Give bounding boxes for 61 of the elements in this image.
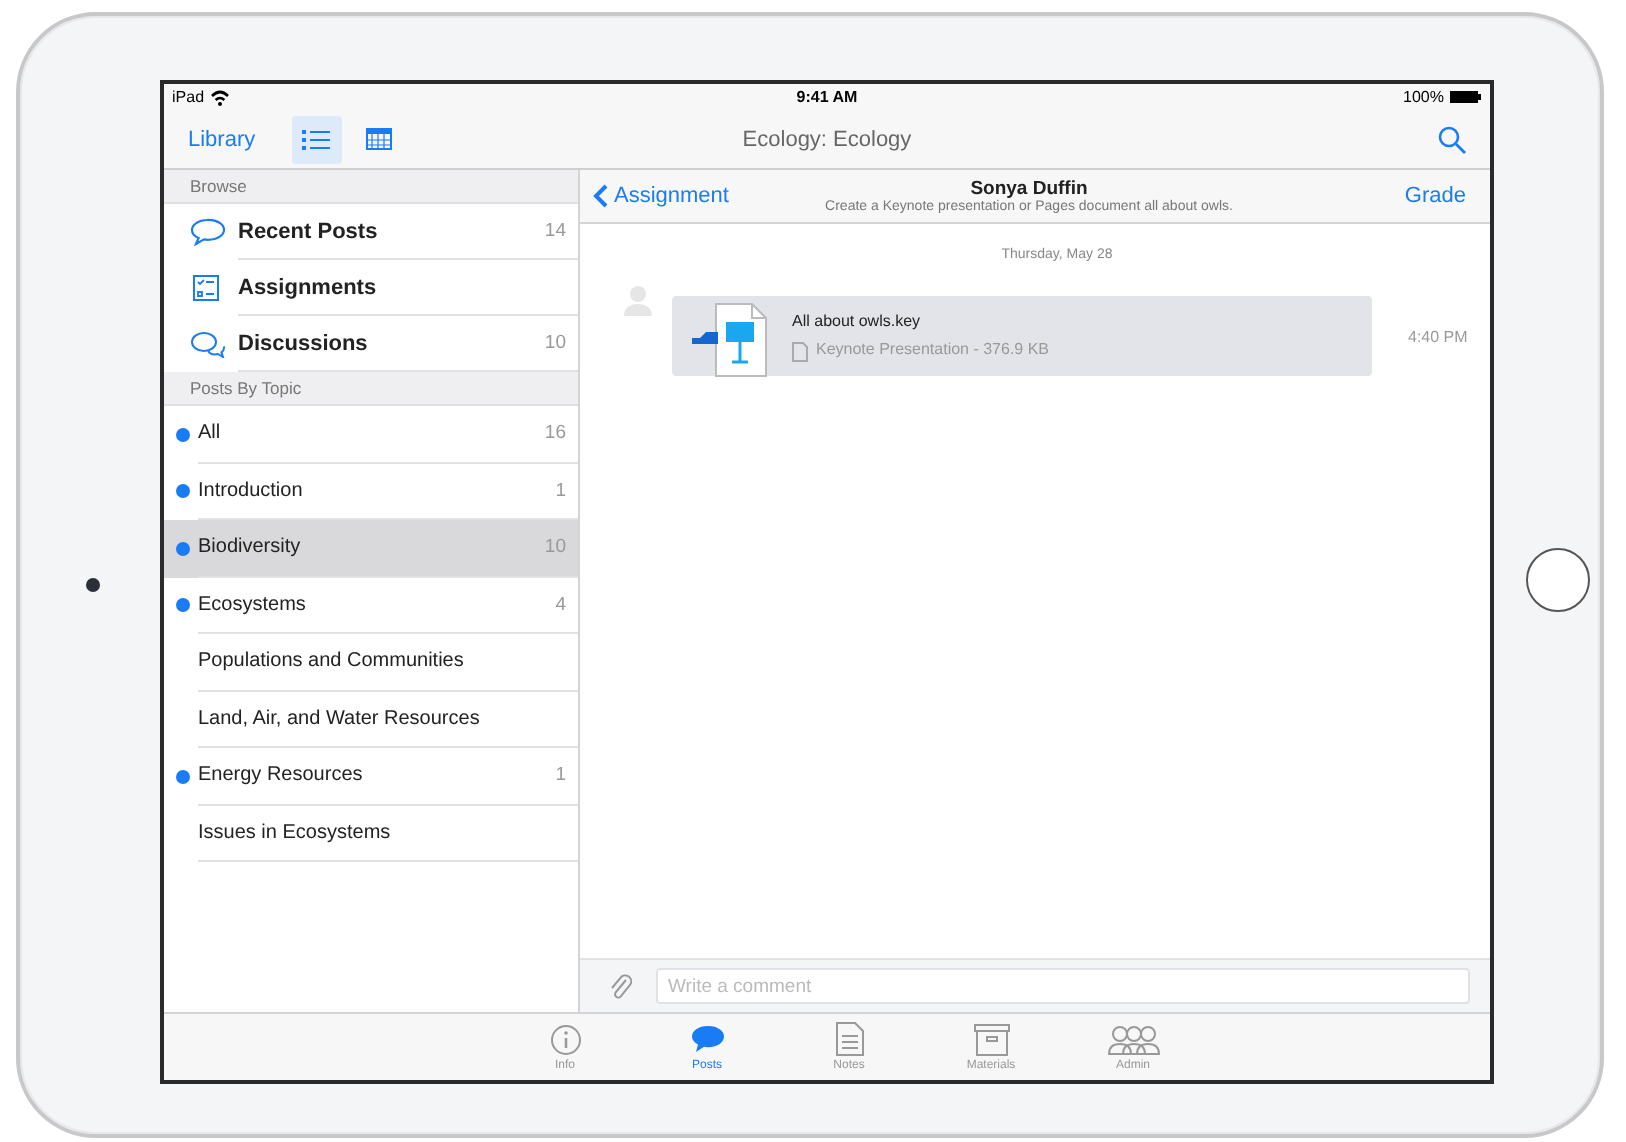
comment-field[interactable]: Write a comment — [656, 968, 1470, 1004]
student-name: Sonya Duffin — [970, 178, 1088, 200]
carrier-label: iPad — [172, 88, 205, 106]
camera-dot — [86, 578, 100, 592]
topic-item[interactable]: Issues in Ecosystems — [164, 805, 578, 862]
topic-label: Land, Air, and Water Resources — [198, 707, 480, 730]
section-header: Posts By Topic — [164, 372, 578, 406]
browse-item[interactable]: Assignments — [164, 260, 578, 316]
item-label: Assignments — [238, 275, 377, 299]
materials-tab-icon — [973, 1023, 1009, 1055]
file-details: Keynote Presentation - 376.9 KB — [816, 339, 1050, 357]
message-time: 4:40 PM — [1408, 328, 1468, 346]
topic-item[interactable]: Ecosystems 4 — [164, 577, 578, 634]
item-label: Discussions — [238, 331, 368, 355]
back-button[interactable]: Assignment — [592, 184, 772, 208]
chevron-left-icon — [592, 184, 608, 208]
topic-item[interactable]: Energy Resources 1 — [164, 748, 578, 805]
clock-time: 9:41 AM — [796, 88, 858, 106]
calendar-icon — [365, 128, 392, 150]
topic-label: Energy Resources — [198, 764, 363, 787]
browse-item[interactable]: Recent Posts 14 — [164, 204, 578, 260]
keynote-file-icon — [688, 301, 772, 377]
topic-label: Biodiversity — [198, 536, 301, 559]
topic-count: 1 — [555, 764, 566, 787]
posts-tab-icon — [689, 1023, 725, 1055]
battery-percent: 100% — [1403, 88, 1444, 106]
battery-icon — [1449, 90, 1482, 104]
topic-count: 16 — [544, 422, 566, 445]
library-link[interactable]: Library — [188, 127, 256, 151]
wifi-icon — [210, 89, 231, 105]
item-count: 14 — [544, 220, 566, 242]
attachment-card[interactable]: All about owls.key Keynote Presentation - 376.9 KB — [672, 296, 1372, 376]
notes-tab-icon — [835, 1022, 863, 1056]
person-silhouette-icon — [624, 284, 652, 316]
topic-count: 4 — [555, 593, 566, 616]
topic-count: 10 — [544, 536, 566, 559]
topic-item[interactable]: Biodiversity 10 — [164, 520, 578, 577]
info-tab-icon — [549, 1023, 581, 1055]
topic-count: 1 — [555, 479, 566, 502]
topic-label: Issues in Ecosystems — [198, 821, 391, 844]
search-icon[interactable] — [1438, 125, 1466, 153]
document-icon — [792, 341, 808, 361]
speech-bubble-icon — [190, 218, 226, 246]
item-count: 10 — [544, 332, 566, 354]
topic-label: Introduction — [198, 479, 303, 502]
file-name: All about owls.key — [792, 311, 923, 329]
topic-label: All — [198, 422, 221, 445]
topic-label: Populations and Communities — [198, 650, 464, 673]
topic-label: Ecosystems — [198, 593, 306, 616]
item-label: Recent Posts — [238, 219, 378, 243]
topic-item[interactable]: Land, Air, and Water Resources — [164, 691, 578, 748]
grade-button[interactable]: Grade — [1286, 184, 1466, 208]
list-view-button[interactable] — [291, 115, 342, 163]
topic-item[interactable]: All 16 — [164, 406, 578, 463]
topic-item[interactable]: Populations and Communities — [164, 634, 578, 691]
paperclip-icon[interactable] — [608, 972, 632, 1000]
section-header: Browse — [164, 170, 578, 204]
admin-tab-icon — [1107, 1023, 1159, 1055]
two-bubbles-icon — [190, 330, 226, 358]
screen-title: Ecology: Ecology — [740, 127, 914, 151]
list-icon — [302, 129, 331, 149]
